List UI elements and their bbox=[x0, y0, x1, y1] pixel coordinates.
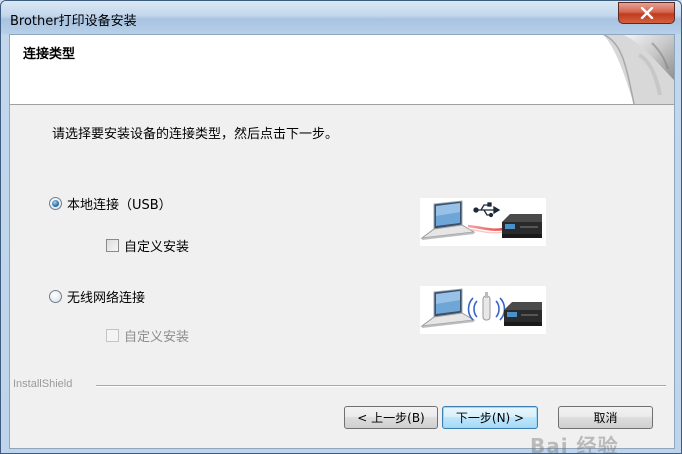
page-curl-graphic bbox=[603, 35, 674, 104]
instruction-text: 请选择要安装设备的连接类型，然后点击下一步。 bbox=[52, 127, 339, 142]
wireless-custom-install-option[interactable]: 自定义安装 bbox=[106, 326, 189, 345]
access-point-icon bbox=[482, 292, 491, 321]
usb-icon bbox=[473, 202, 501, 218]
usb-custom-install-label: 自定义安装 bbox=[124, 240, 190, 255]
cancel-button[interactable]: 取消 bbox=[558, 406, 653, 429]
usb-connection-option[interactable]: 本地连接（USB） bbox=[49, 194, 172, 213]
installer-window: Brother打印设备安装 连接类型 请选择要安装设备的连接类型，然后点击下一步… bbox=[0, 0, 682, 454]
footer-divider bbox=[96, 385, 666, 387]
close-icon bbox=[640, 7, 653, 19]
wireless-connection-option[interactable]: 无线网络连接 bbox=[49, 287, 145, 306]
usb-custom-install-option[interactable]: 自定义安装 bbox=[106, 236, 189, 255]
page-title: 连接类型 bbox=[23, 47, 76, 62]
title-bar[interactable]: Brother打印设备安装 bbox=[1, 1, 681, 34]
window-title: Brother打印设备安装 bbox=[10, 14, 137, 29]
usb-radio-button[interactable] bbox=[49, 197, 62, 210]
printer-icon bbox=[502, 214, 542, 238]
header-panel: 连接类型 bbox=[10, 35, 674, 105]
wireless-custom-install-checkbox[interactable] bbox=[106, 329, 119, 342]
wireless-radio-button[interactable] bbox=[49, 290, 62, 303]
installshield-brand: InstallShield bbox=[13, 378, 73, 390]
usb-connection-illustration bbox=[420, 198, 546, 246]
laptop-icon bbox=[420, 200, 476, 240]
close-button[interactable] bbox=[618, 2, 675, 24]
wireless-custom-install-label: 自定义安装 bbox=[124, 330, 190, 345]
usb-option-label: 本地连接（USB） bbox=[67, 198, 172, 213]
printer-icon bbox=[504, 302, 542, 326]
wireless-option-label: 无线网络连接 bbox=[67, 291, 146, 306]
watermark: Bai 经验 bbox=[530, 434, 619, 454]
dialog-client-area: 连接类型 请选择要安装设备的连接类型，然后点击下一步。 本地连接（USB） 自定… bbox=[9, 34, 675, 453]
laptop-icon bbox=[420, 288, 476, 328]
wireless-connection-illustration bbox=[420, 286, 546, 334]
usb-custom-install-checkbox[interactable] bbox=[106, 239, 119, 252]
back-button[interactable]: < 上一步(B) bbox=[344, 406, 438, 429]
next-button[interactable]: 下一步(N) > bbox=[442, 406, 538, 429]
